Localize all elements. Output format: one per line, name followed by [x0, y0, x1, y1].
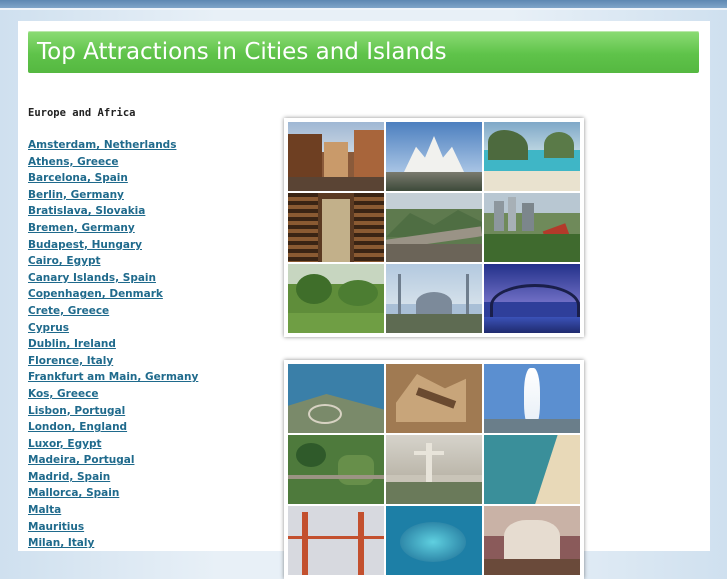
top-bar-divider — [0, 8, 727, 10]
city-link[interactable]: Dublin, Ireland — [28, 338, 116, 350]
city-list-item: Berlin, Germany — [28, 185, 198, 202]
city-list-item: Bremen, Germany — [28, 218, 198, 235]
main-content: Top Attractions in Cities and Islands Eu… — [18, 21, 710, 579]
christ-statue-photo — [386, 435, 482, 504]
city-link[interactable]: Bratislava, Slovakia — [28, 205, 145, 217]
city-link[interactable]: Mallorca, Spain — [28, 487, 119, 499]
city-link[interactable]: Budapest, Hungary — [28, 239, 142, 251]
city-list-item: Cairo, Egypt — [28, 251, 198, 268]
top-bar — [0, 0, 727, 8]
city-list-item: Crete, Greece — [28, 301, 198, 318]
city-link-list: Amsterdam, Netherlands Athens, Greece Barc… — [28, 135, 198, 550]
fountain-jet-photo — [484, 364, 580, 433]
harbour-bridge-photo — [484, 264, 580, 333]
beach-coast-photo — [484, 435, 580, 504]
great-wall-photo — [386, 193, 482, 262]
city-link[interactable]: Kos, Greece — [28, 388, 98, 400]
city-link[interactable]: Athens, Greece — [28, 156, 119, 168]
city-link[interactable]: Malta — [28, 504, 61, 516]
city-link[interactable]: Milan, Italy — [28, 537, 94, 549]
city-link[interactable]: Luxor, Egypt — [28, 438, 102, 450]
city-link[interactable]: Bremen, Germany — [28, 222, 135, 234]
park-aerial-photo — [288, 435, 384, 504]
city-list-item: Barcelona, Spain — [28, 168, 198, 185]
city-list-item: Dublin, Ireland — [28, 334, 198, 351]
city-list-item: London, England — [28, 417, 198, 434]
city-link[interactable]: Lisbon, Portugal — [28, 405, 125, 417]
city-link[interactable]: Cyprus — [28, 322, 69, 334]
city-list-item: Athens, Greece — [28, 152, 198, 169]
city-link[interactable]: Canary Islands, Spain — [28, 272, 156, 284]
city-link[interactable]: Barcelona, Spain — [28, 172, 128, 184]
city-list-item: Kos, Greece — [28, 384, 198, 401]
city-link[interactable]: Cairo, Egypt — [28, 255, 101, 267]
library-hall-photo — [288, 193, 384, 262]
desert-canyon-photo — [386, 364, 482, 433]
section-heading: Europe and Africa — [28, 107, 136, 119]
city-link[interactable]: Madeira, Portugal — [28, 454, 134, 466]
city-list-item: Luxor, Egypt — [28, 434, 198, 451]
coastal-aerial-photo — [288, 364, 384, 433]
city-list-item: Frankfurt am Main, Germany — [28, 367, 198, 384]
city-list-item: Florence, Italy — [28, 351, 198, 368]
city-link[interactable]: Berlin, Germany — [28, 189, 124, 201]
city-list-item: Cyprus — [28, 318, 198, 335]
blue-mosque-photo — [386, 264, 482, 333]
city-list-item: Bratislava, Slovakia — [28, 201, 198, 218]
street-scene-photo — [288, 122, 384, 191]
city-list-item: Amsterdam, Netherlands — [28, 135, 198, 152]
city-list-item: Canary Islands, Spain — [28, 268, 198, 285]
palace-photo — [484, 506, 580, 575]
city-list-item: Mauritius — [28, 517, 198, 534]
city-link[interactable]: Crete, Greece — [28, 305, 109, 317]
city-list-item: Copenhagen, Denmark — [28, 284, 198, 301]
city-list-item: Milan, Italy — [28, 533, 198, 550]
lotus-temple-photo — [386, 122, 482, 191]
golden-gate-photo — [288, 506, 384, 575]
city-list-item: Madeira, Portugal — [28, 450, 198, 467]
city-list-item: Mallorca, Spain — [28, 483, 198, 500]
city-link[interactable]: Florence, Italy — [28, 355, 113, 367]
lagoon-photo — [386, 506, 482, 575]
photo-collage-1 — [284, 118, 584, 337]
city-link[interactable]: Copenhagen, Denmark — [28, 288, 163, 300]
tropical-beach-photo — [484, 122, 580, 191]
city-list-item: Malta — [28, 500, 198, 517]
city-link[interactable]: Frankfurt am Main, Germany — [28, 371, 198, 383]
city-list-item: Madrid, Spain — [28, 467, 198, 484]
garden-park-photo — [288, 264, 384, 333]
page-title: Top Attractions in Cities and Islands — [37, 39, 447, 65]
city-list-item: Lisbon, Portugal — [28, 401, 198, 418]
city-skyline-photo — [484, 193, 580, 262]
city-link[interactable]: London, England — [28, 421, 127, 433]
city-list-item: Budapest, Hungary — [28, 235, 198, 252]
city-link[interactable]: Amsterdam, Netherlands — [28, 139, 176, 151]
photo-collage-2 — [284, 360, 584, 579]
city-link[interactable]: Mauritius — [28, 521, 84, 533]
city-link[interactable]: Madrid, Spain — [28, 471, 110, 483]
title-banner: Top Attractions in Cities and Islands — [28, 31, 699, 73]
